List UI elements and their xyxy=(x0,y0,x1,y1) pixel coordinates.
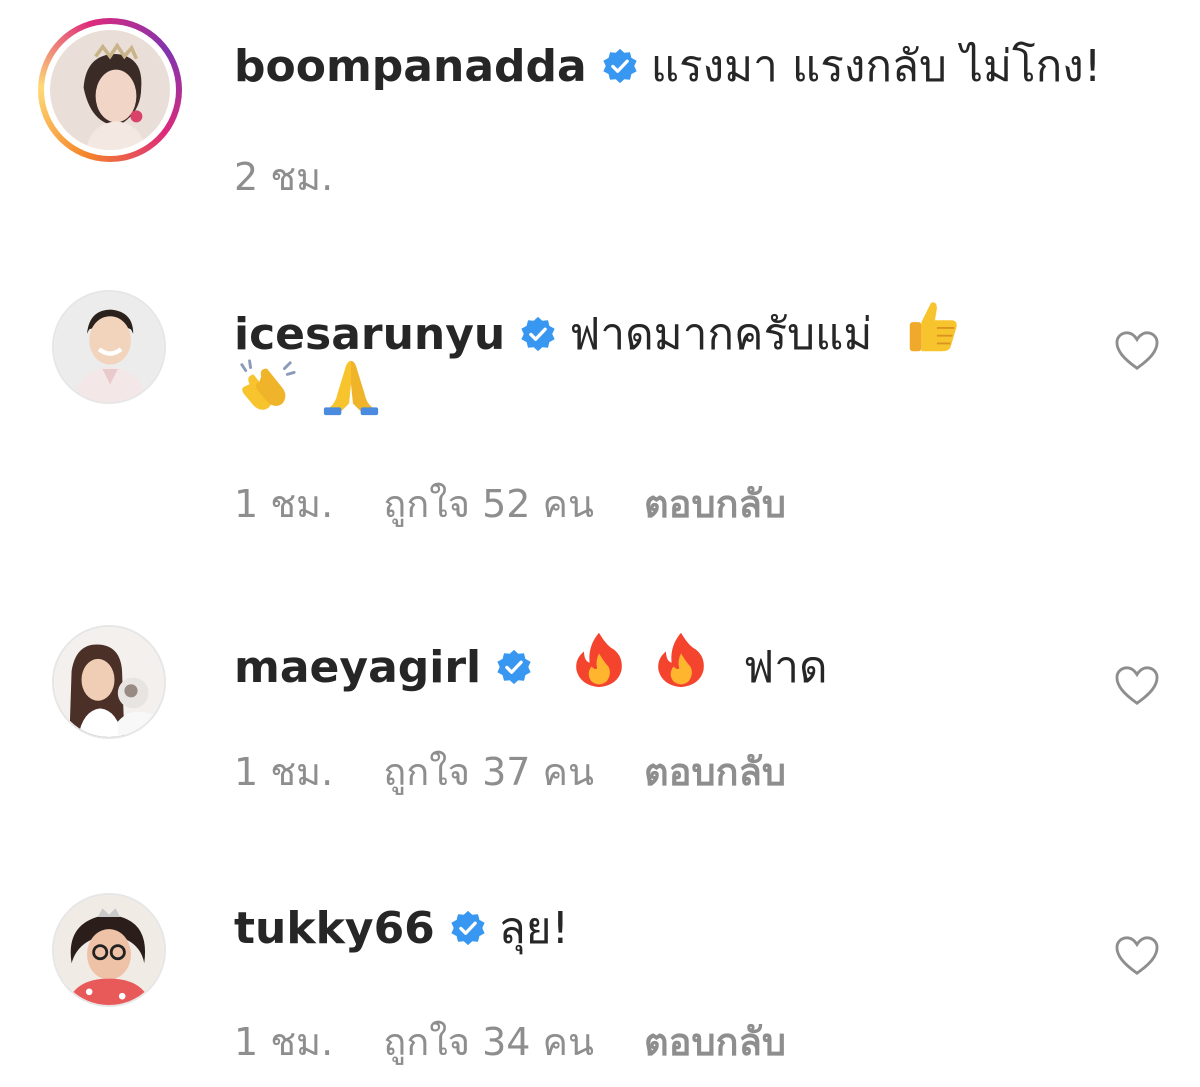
timestamp[interactable]: 1 ชม. xyxy=(234,482,333,526)
avatar-image xyxy=(50,30,170,150)
clapping-hands-icon xyxy=(240,359,296,410)
fire-icon xyxy=(576,632,622,688)
like-count[interactable]: ถูกใจ 37 คน xyxy=(383,750,594,794)
avatar[interactable] xyxy=(52,893,166,1007)
verified-badge-icon xyxy=(521,316,555,352)
username[interactable]: boompanadda xyxy=(234,41,587,92)
username[interactable]: tukky66 xyxy=(234,903,435,954)
comment-text: ฟาดมากครับแม่ xyxy=(569,309,873,360)
like-count[interactable]: ถูกใจ 52 คน xyxy=(383,482,594,526)
reply-button[interactable]: ตอบกลับ xyxy=(644,750,786,794)
reply-button[interactable]: ตอบกลับ xyxy=(644,1020,786,1064)
comment-text: ลุย! xyxy=(498,903,570,954)
comment-body: maeyagirl ฟาด xyxy=(234,628,828,699)
timestamp[interactable]: 2 ชม. xyxy=(234,155,333,199)
avatar[interactable] xyxy=(52,290,166,404)
comment-text: ฟาด xyxy=(743,642,828,693)
avatar-image xyxy=(54,292,164,402)
reply-button[interactable]: ตอบกลับ xyxy=(644,482,786,526)
avatar[interactable] xyxy=(38,18,182,162)
fire-icon xyxy=(658,632,704,688)
comment-meta: 1 ชม. ถูกใจ 52 คน ตอบกลับ xyxy=(234,480,836,528)
heart-outline-icon[interactable] xyxy=(1114,665,1160,707)
avatar[interactable] xyxy=(52,625,166,739)
timestamp[interactable]: 1 ชม. xyxy=(234,1020,333,1064)
verified-badge-icon xyxy=(603,48,637,84)
heart-outline-icon[interactable] xyxy=(1114,935,1160,977)
comment-meta: 1 ชม. ถูกใจ 34 คน ตอบกลับ xyxy=(234,1018,836,1066)
comment-meta: 1 ชม. ถูกใจ 37 คน ตอบกลับ xyxy=(234,748,836,796)
thumbs-up-icon xyxy=(910,302,958,352)
avatar-image xyxy=(54,627,164,737)
timestamp[interactable]: 1 ชม. xyxy=(234,750,333,794)
comment-body-line2 xyxy=(234,355,384,426)
comment-body: boompanadda แรงมา แรงกลับ ไม่โกง! xyxy=(234,36,1101,98)
verified-badge-icon xyxy=(497,649,531,685)
comment-text: แรงมา แรงกลับ ไม่โกง! xyxy=(650,41,1102,92)
folded-hands-icon xyxy=(323,360,379,416)
username[interactable]: maeyagirl xyxy=(234,642,481,693)
heart-outline-icon[interactable] xyxy=(1114,330,1160,372)
like-count[interactable]: ถูกใจ 34 คน xyxy=(383,1020,594,1064)
username[interactable]: icesarunyu xyxy=(234,309,505,360)
comment-meta: 2 ชม. xyxy=(234,153,383,201)
verified-badge-icon xyxy=(451,910,485,946)
avatar-image xyxy=(54,895,164,1005)
comment-body: tukky66 ลุย! xyxy=(234,898,569,960)
